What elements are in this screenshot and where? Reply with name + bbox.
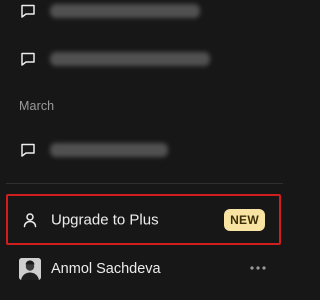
chat-bubble-icon [19,141,37,159]
user-name: Anmol Sachdeva [51,261,161,277]
person-icon [21,211,39,229]
more-horizontal-icon[interactable] [249,261,267,275]
section-label-date: March [19,99,55,113]
sidebar: March Upgrade to Plus NEW Anmol Sachdeva [0,0,289,300]
avatar [19,258,41,280]
conversation-item[interactable] [0,39,289,79]
upgrade-to-plus-button[interactable]: Upgrade to Plus NEW [6,194,281,245]
chat-bubble-icon [19,50,37,68]
conversation-title-redacted [50,143,168,157]
new-badge: NEW [224,208,265,231]
divider [6,183,283,184]
upgrade-label: Upgrade to Plus [51,211,159,228]
conversation-title-redacted [50,4,200,18]
conversation-item[interactable] [0,130,289,170]
conversation-item[interactable] [0,0,289,31]
user-profile-row[interactable]: Anmol Sachdeva [0,254,289,286]
conversation-title-redacted [50,52,210,66]
chat-bubble-icon [19,2,37,20]
